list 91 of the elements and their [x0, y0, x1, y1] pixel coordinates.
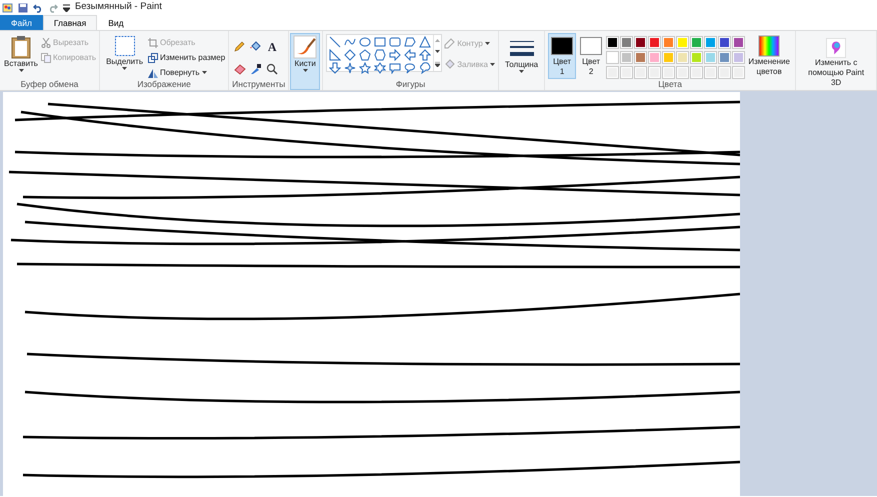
- dropdown-caret-icon: [302, 69, 308, 72]
- shape-icon[interactable]: [359, 62, 372, 74]
- text-tool-button[interactable]: A: [266, 41, 278, 57]
- color-swatch[interactable]: [676, 36, 690, 49]
- shape-icon[interactable]: [374, 62, 386, 74]
- edit-colors-button[interactable]: Изменение цветов: [746, 33, 792, 79]
- paste-button[interactable]: Вставить: [3, 33, 39, 79]
- dropdown-caret-icon: [122, 67, 128, 70]
- dropdown-caret-icon: [484, 42, 490, 45]
- color-swatch[interactable]: [648, 51, 662, 64]
- shape-icon[interactable]: [419, 49, 432, 61]
- shape-icon[interactable]: [389, 62, 402, 74]
- dropdown-caret-icon: [202, 71, 206, 74]
- pencil-icon[interactable]: [234, 41, 246, 53]
- color-swatch[interactable]: [634, 36, 648, 49]
- scissors-icon: [41, 38, 51, 48]
- rotate-button[interactable]: Повернуть: [148, 66, 226, 79]
- color-selector-button[interactable]: Цвет 1: [548, 33, 576, 79]
- shape-icon[interactable]: [404, 62, 416, 74]
- save-icon[interactable]: [18, 2, 28, 12]
- paintbrush-icon: [293, 35, 318, 59]
- color-swatch[interactable]: [704, 36, 718, 49]
- fill-bucket-icon[interactable]: [250, 41, 262, 53]
- selection-rectangle-icon: [114, 35, 136, 57]
- paint-3d-icon: [825, 38, 848, 58]
- ribbon-tab[interactable]: Вид: [97, 15, 135, 30]
- clipboard-icon: [10, 35, 32, 59]
- shape-icon[interactable]: [419, 36, 432, 48]
- file-tab[interactable]: Файл: [0, 15, 43, 30]
- color-swatch[interactable]: [606, 51, 620, 64]
- shape-icon[interactable]: [329, 36, 342, 48]
- shape-icon[interactable]: [344, 36, 356, 48]
- group-label: Фигуры: [394, 79, 426, 90]
- color-spectrum-icon: [758, 35, 780, 57]
- color-swatch[interactable]: [718, 36, 732, 49]
- color-swatch[interactable]: [690, 51, 704, 64]
- shape-icon[interactable]: [389, 49, 402, 61]
- color-selector-button[interactable]: Цвет 2: [577, 33, 606, 79]
- color-swatch[interactable]: [634, 51, 648, 64]
- shape-icon[interactable]: [359, 36, 372, 48]
- group-label: Цвета: [657, 79, 683, 90]
- customize-menu-icon[interactable]: [63, 4, 70, 12]
- paint-app-icon: [2, 2, 13, 13]
- shape-icon[interactable]: [329, 49, 342, 61]
- magnifier-icon[interactable]: [266, 63, 278, 75]
- color-swatch[interactable]: [676, 51, 690, 64]
- pencil-outline-icon: [444, 38, 456, 49]
- dropdown-caret-icon: [519, 70, 524, 73]
- fill-bucket-icon: [444, 59, 456, 70]
- group-label: Буфер обмена: [20, 79, 80, 90]
- copy-icon: [41, 52, 51, 62]
- color-swatch[interactable]: [690, 36, 704, 49]
- shape-icon[interactable]: [404, 36, 416, 48]
- eraser-icon[interactable]: [234, 63, 246, 75]
- color-swatch[interactable]: [732, 36, 746, 49]
- ribbon-tab[interactable]: Главная: [42, 15, 98, 30]
- window-title: Безымянный - Paint: [75, 0, 162, 14]
- undo-icon[interactable]: [33, 2, 43, 12]
- shape-icon[interactable]: [344, 49, 356, 61]
- color-swatch[interactable]: [732, 51, 746, 64]
- size-button[interactable]: Толщина: [502, 33, 542, 90]
- color-swatch[interactable]: [620, 36, 634, 49]
- color-swatch[interactable]: [620, 51, 634, 64]
- group-label: Инструменты: [232, 79, 286, 90]
- color-swatch[interactable]: [704, 51, 718, 64]
- shape-icon[interactable]: [329, 62, 342, 74]
- dropdown-caret-icon: [18, 69, 24, 72]
- brushes-button[interactable]: Кисти: [290, 33, 320, 90]
- select-button[interactable]: Выделить: [103, 33, 146, 79]
- expand-gallery-icon[interactable]: [435, 62, 440, 67]
- crop-icon: [148, 38, 158, 48]
- color-swatch[interactable]: [662, 51, 676, 64]
- shape-icon[interactable]: [404, 49, 416, 61]
- scroll-down-icon[interactable]: [435, 50, 440, 54]
- shape-icon[interactable]: [344, 62, 356, 74]
- group-label: Изображение: [136, 79, 192, 90]
- color-swatch[interactable]: [648, 36, 662, 49]
- color-swatch[interactable]: [606, 36, 620, 49]
- shape-icon[interactable]: [389, 36, 402, 48]
- resize-button[interactable]: Изменить размер: [148, 51, 226, 64]
- paint-3d-button[interactable]: Изменить с помощью Paint 3D: [799, 33, 874, 90]
- rotate-icon: [148, 68, 158, 78]
- color-swatch[interactable]: [662, 36, 676, 49]
- color-swatch[interactable]: [718, 51, 732, 64]
- color-picker-icon[interactable]: [250, 63, 262, 75]
- shape-icon[interactable]: [374, 49, 386, 61]
- shape-icon[interactable]: [374, 36, 386, 48]
- shape-icon[interactable]: [359, 49, 372, 61]
- dropdown-caret-icon: [490, 63, 495, 66]
- shape-icon[interactable]: [419, 62, 432, 74]
- resize-icon: [148, 52, 158, 62]
